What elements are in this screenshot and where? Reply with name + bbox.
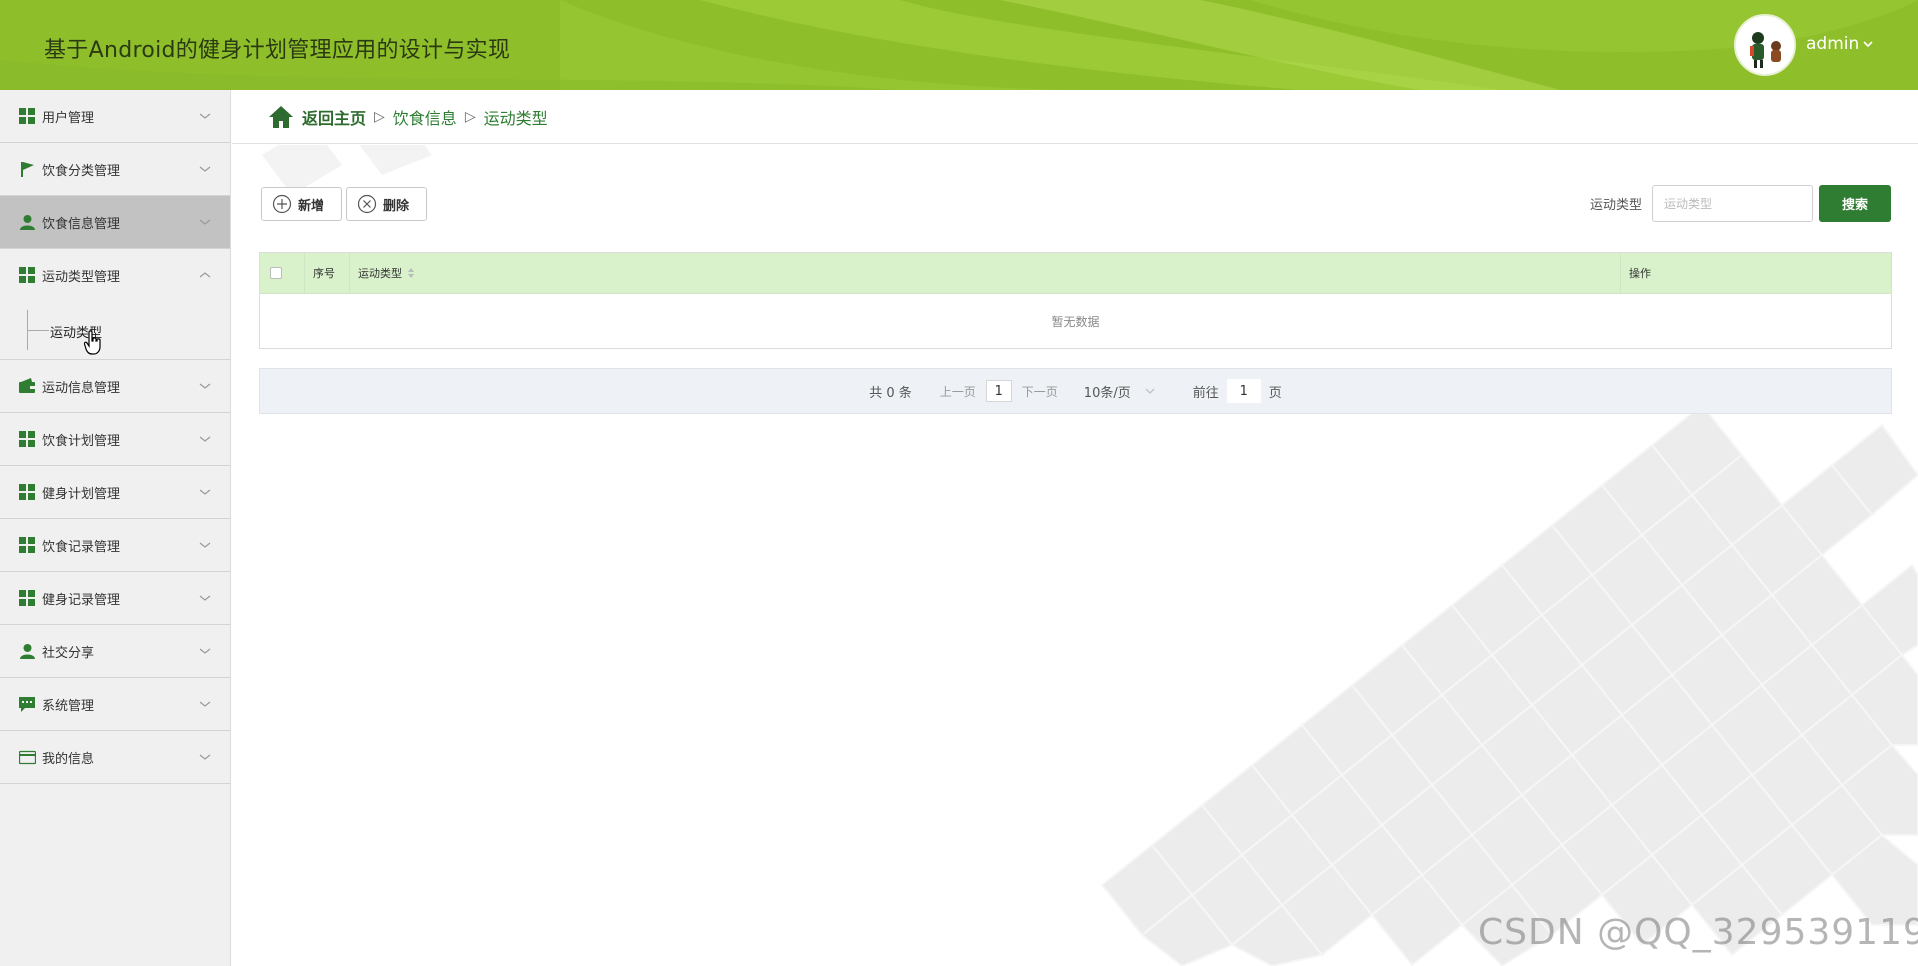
column-exercise-type[interactable]: 运动类型: [350, 252, 1621, 294]
tree-branch: [27, 330, 49, 331]
sidebar-item-system-management[interactable]: 系统管理: [0, 678, 230, 731]
chevron-down-icon: [199, 113, 211, 119]
sidebar-item-exercise-info[interactable]: 运动信息管理: [0, 360, 230, 413]
user-icon: [20, 214, 35, 230]
grid-icon: [19, 483, 35, 500]
chevron-down-icon: [199, 383, 211, 389]
breadcrumb: 返回主页 ▷ 饮食信息 ▷ 运动类型: [232, 90, 1918, 144]
sidebar-item-label: 系统管理: [42, 698, 95, 714]
data-table: 序号 运动类型 操作 暂无数据: [259, 252, 1892, 349]
chevron-down-icon: [199, 166, 211, 172]
grid-icon: [19, 430, 35, 447]
chevron-down-icon: [199, 595, 211, 601]
flag-icon: [21, 161, 34, 177]
user-name[interactable]: admin: [1806, 34, 1859, 54]
chevron-down-icon: [1145, 388, 1155, 394]
page-size-value: 10条/页: [1083, 385, 1131, 401]
sidebar-item-my-info[interactable]: 我的信息: [0, 731, 230, 784]
chevron-down-icon: [199, 754, 211, 760]
select-all-checkbox[interactable]: [270, 267, 282, 279]
breadcrumb-exercise-type[interactable]: 运动类型: [484, 105, 548, 129]
breadcrumb-home[interactable]: 返回主页: [302, 105, 366, 129]
user-icon: [20, 643, 35, 659]
sidebar-item-user-management[interactable]: 用户管理: [0, 90, 230, 143]
sort-icon[interactable]: [407, 267, 415, 279]
main-content: 新增 删除 运动类型 搜索 序号 运动类型 操作 暂无数据 共 0 条 上一页 …: [232, 145, 1918, 966]
sidebar-item-label: 社交分享: [42, 645, 95, 661]
chevron-down-icon: [199, 701, 211, 707]
search-input[interactable]: [1652, 185, 1813, 222]
chevron-down-icon[interactable]: [1862, 38, 1874, 50]
sidebar-item-social-share[interactable]: 社交分享: [0, 625, 230, 678]
breadcrumb-separator: ▷: [374, 108, 385, 125]
breadcrumb-diet-info[interactable]: 饮食信息: [393, 105, 457, 129]
search-label: 运动类型: [1590, 198, 1643, 213]
sidebar-item-label: 饮食分类管理: [42, 163, 121, 179]
chevron-down-icon: [199, 436, 211, 442]
sidebar-item-diet-record[interactable]: 饮食记录管理: [0, 519, 230, 572]
select-all-cell: [260, 252, 305, 294]
app-title: 基于Android的健身计划管理应用的设计与实现: [44, 38, 511, 63]
column-actions: 操作: [1629, 267, 1651, 280]
chevron-down-icon: [199, 648, 211, 654]
table-empty-text: 暂无数据: [1051, 314, 1100, 329]
close-circle-icon: [357, 194, 377, 214]
sidebar-item-label: 饮食信息管理: [42, 216, 121, 232]
goto-suffix: 页: [1268, 385, 1282, 401]
delete-button-label: 删除: [383, 198, 410, 214]
add-button[interactable]: 新增: [261, 187, 342, 221]
sidebar-item-label: 运动信息管理: [42, 380, 121, 396]
pagination: 共 0 条 上一页 1 下一页 10条/页 前往 页: [259, 368, 1892, 414]
breadcrumb-separator: ▷: [464, 108, 476, 125]
column-index: 序号: [305, 252, 350, 294]
sidebar-item-label: 我的信息: [42, 751, 95, 767]
sidebar-item-fitness-plan[interactable]: 健身计划管理: [0, 466, 230, 519]
card-icon: [19, 750, 36, 764]
sidebar-item-diet-category[interactable]: 饮食分类管理: [0, 143, 230, 196]
home-icon[interactable]: [268, 105, 294, 129]
add-button-label: 新增: [298, 198, 325, 214]
sidebar-item-label: 健身计划管理: [42, 486, 121, 502]
wallet-icon: [19, 377, 35, 393]
delete-button[interactable]: 删除: [346, 187, 427, 221]
grid-icon: [19, 589, 35, 606]
sidebar-item-label: 饮食计划管理: [42, 433, 121, 449]
grid-icon: [19, 267, 35, 283]
sidebar-item-label: 健身记录管理: [42, 592, 121, 608]
app-header: 基于Android的健身计划管理应用的设计与实现 admin: [0, 0, 1918, 90]
chevron-up-icon: [199, 272, 211, 278]
sidebar-item-fitness-record[interactable]: 健身记录管理: [0, 572, 230, 625]
sidebar-item-diet-info[interactable]: 饮食信息管理: [0, 196, 230, 249]
sidebar-item-diet-plan[interactable]: 饮食计划管理: [0, 413, 230, 466]
watermark: CSDN @QQ_3295391197: [1478, 912, 1918, 953]
sidebar-item-exercise-type-management[interactable]: 运动类型管理: [0, 249, 230, 302]
table-header: 序号 运动类型 操作: [260, 252, 1891, 294]
page-size-select[interactable]: 10条/页: [1084, 382, 1155, 401]
prev-page-button[interactable]: 上一页: [940, 383, 976, 400]
submenu-exercise-type: 运动类型: [0, 302, 230, 360]
goto-page-input[interactable]: [1226, 379, 1261, 403]
search-button[interactable]: 搜索: [1819, 185, 1891, 222]
sidebar-item-label: 用户管理: [42, 110, 95, 126]
avatar[interactable]: [1734, 14, 1796, 76]
pagination-total: 共 0 条: [869, 385, 912, 401]
grid-icon: [19, 536, 35, 553]
sidebar-item-label: 饮食记录管理: [42, 539, 121, 555]
chat-icon: [19, 696, 35, 712]
chevron-down-icon: [199, 542, 211, 548]
plus-circle-icon: [272, 194, 292, 214]
chevron-down-icon: [199, 219, 211, 225]
column-exercise-type-label: 运动类型: [358, 267, 402, 280]
next-page-button[interactable]: 下一页: [1022, 383, 1058, 400]
chevron-down-icon: [199, 489, 211, 495]
sidebar: 用户管理 饮食分类管理 饮食信息管理 运动类型管理 运动类型 运动信息管理 饮食…: [0, 90, 231, 966]
grid-icon: [19, 107, 35, 124]
page-number[interactable]: 1: [985, 380, 1012, 402]
sidebar-item-label: 运动类型管理: [42, 270, 121, 285]
goto-label: 前往: [1192, 385, 1219, 401]
hand-cursor-icon: [84, 330, 101, 355]
